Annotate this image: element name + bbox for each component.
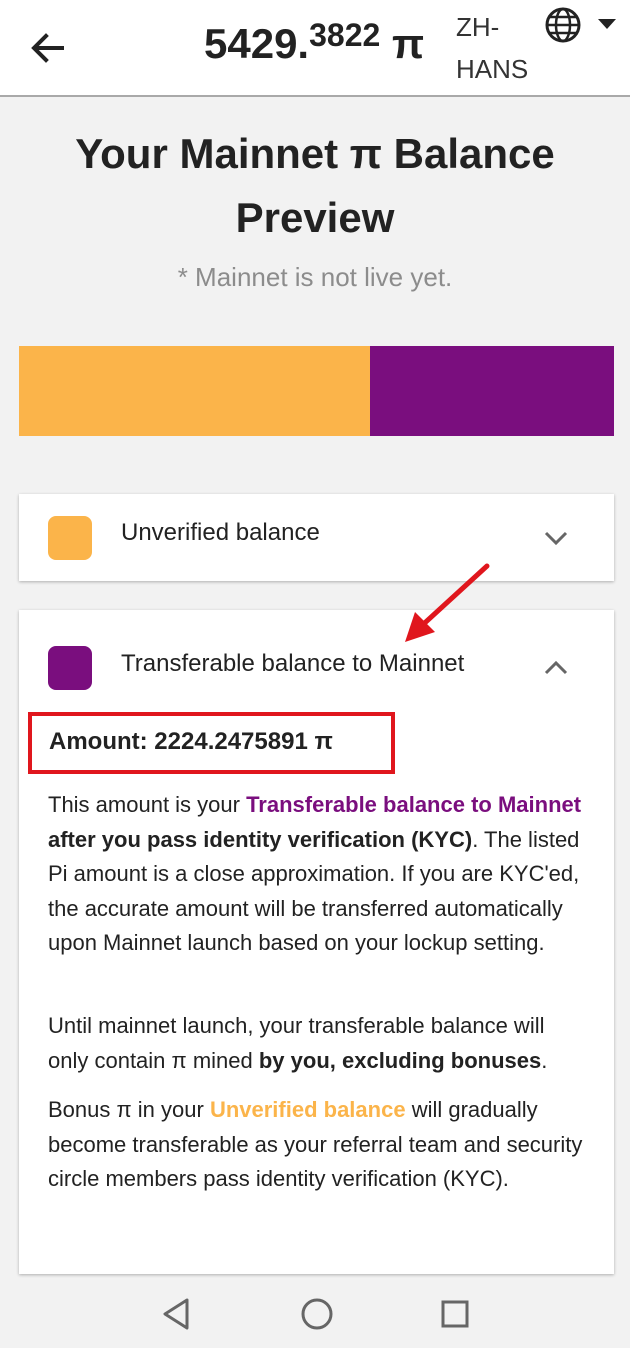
page-title: Your Mainnet π Balance Preview bbox=[75, 130, 555, 241]
back-triangle-icon[interactable] bbox=[157, 1294, 197, 1334]
recents-square-icon[interactable] bbox=[435, 1294, 475, 1334]
home-circle-icon[interactable] bbox=[297, 1294, 337, 1334]
explanation-paragraph-3: Bonus π in your Unverified balance will … bbox=[48, 1097, 583, 1191]
globe-icon[interactable] bbox=[544, 6, 582, 44]
balance-proportion-bar bbox=[19, 346, 614, 436]
chevron-up-icon[interactable] bbox=[543, 660, 569, 676]
transferable-balance-highlight: Transferable balance to Mainnet bbox=[246, 792, 582, 817]
unverified-segment bbox=[19, 346, 371, 436]
system-navigation-bar bbox=[0, 1286, 630, 1348]
top-bar: 5429.3822 π ZH-HANS bbox=[0, 0, 630, 97]
explanation-paragraph-2: Until mainnet launch, your transferable … bbox=[48, 1013, 548, 1073]
transferable-color-swatch bbox=[48, 646, 92, 690]
language-label[interactable]: ZH-HANS bbox=[456, 6, 536, 90]
caret-down-icon[interactable] bbox=[596, 16, 618, 32]
mainnet-not-live-note: * Mainnet is not live yet. bbox=[177, 262, 453, 292]
back-arrow-icon[interactable] bbox=[24, 24, 72, 72]
transferable-amount: Amount: 2224.2475891 π bbox=[49, 728, 333, 755]
annotation-arrow-icon bbox=[405, 563, 490, 642]
unverified-balance-highlight: Unverified balance bbox=[209, 1097, 406, 1122]
unverified-color-swatch bbox=[48, 516, 92, 560]
explanation-paragraph-1: This amount is your Transferable balance… bbox=[48, 792, 582, 955]
pi-balance: 5429.3822 π bbox=[204, 17, 425, 67]
pi-symbol: π bbox=[391, 20, 425, 67]
chevron-down-icon[interactable] bbox=[543, 530, 569, 546]
transferable-balance-label[interactable]: Transferable balance to Mainnet bbox=[121, 650, 464, 678]
unverified-balance-card[interactable]: Unverified balance bbox=[19, 494, 614, 581]
transferable-segment bbox=[370, 346, 614, 436]
unverified-balance-label: Unverified balance bbox=[121, 519, 320, 546]
